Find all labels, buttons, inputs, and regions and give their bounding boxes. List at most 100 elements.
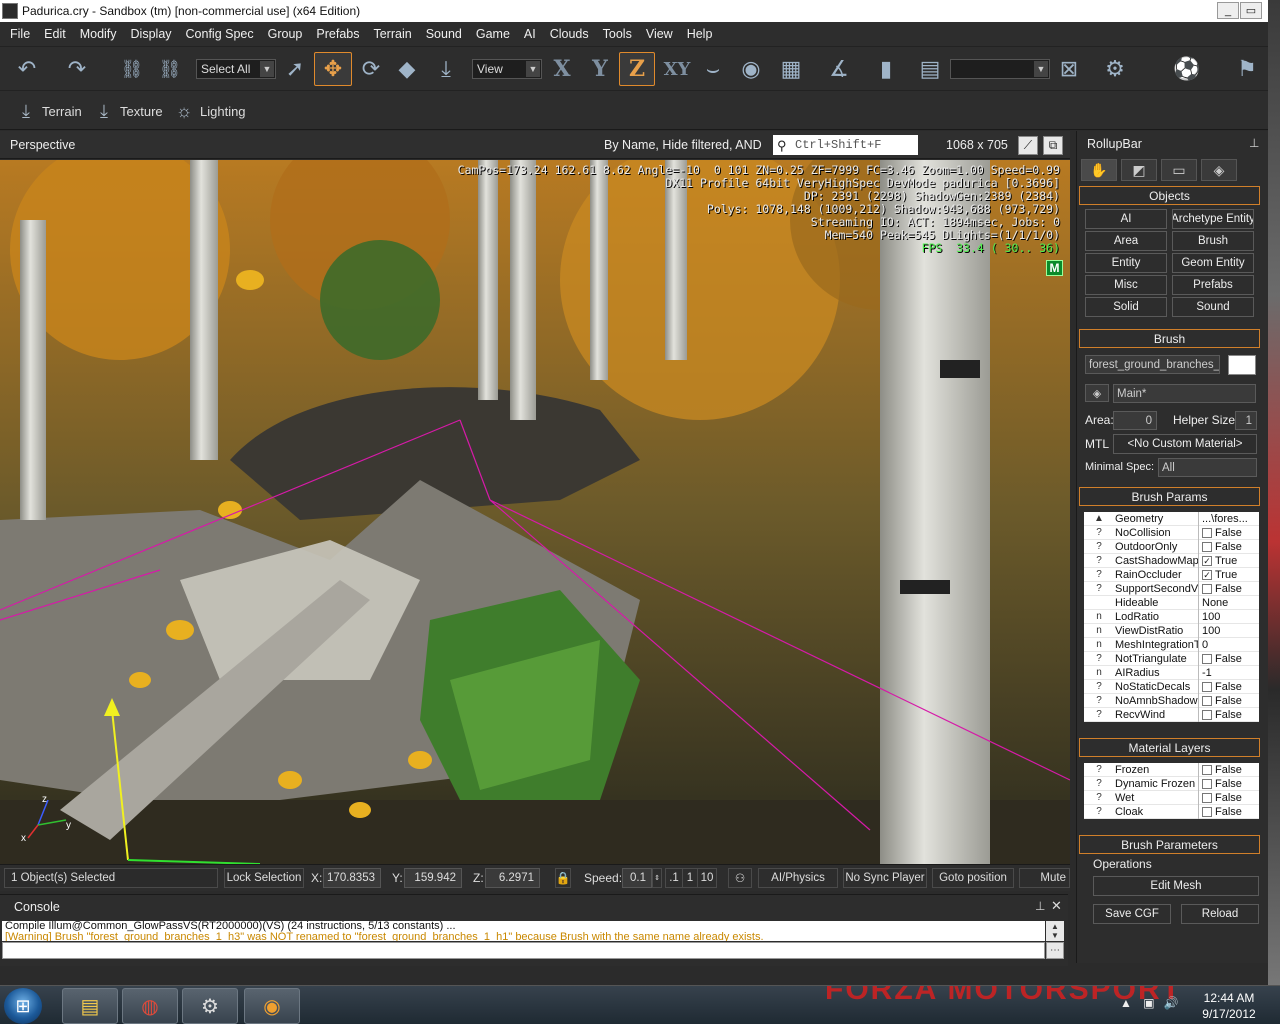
- checkbox[interactable]: [1202, 583, 1212, 594]
- ruler-tool-icon[interactable]: ⟋: [1018, 136, 1038, 155]
- axis-xy-button[interactable]: XY: [660, 55, 694, 83]
- material-layer-value-cell[interactable]: False: [1199, 791, 1259, 805]
- volume-icon[interactable]: 🔊: [1164, 996, 1179, 1010]
- checkbox[interactable]: [1202, 541, 1212, 552]
- minimize-button[interactable]: _: [1217, 2, 1239, 19]
- menu-clouds[interactable]: Clouds: [550, 27, 589, 41]
- brush-param-row[interactable]: ? OutdoorOnly False: [1084, 539, 1259, 554]
- brush-section-header[interactable]: Brush: [1079, 329, 1260, 348]
- snap-terrain-icon[interactable]: ⌣: [698, 55, 728, 83]
- brush-param-value-cell[interactable]: -1: [1199, 666, 1259, 680]
- menu-edit[interactable]: Edit: [44, 27, 66, 41]
- brush-param-row[interactable]: n MeshIntegrationType0: [1084, 637, 1259, 652]
- brush-param-value-cell[interactable]: ✓ True: [1199, 554, 1259, 568]
- redo-icon[interactable]: ↷: [62, 55, 92, 83]
- object-type-area[interactable]: Area: [1085, 231, 1167, 251]
- brush-params-header[interactable]: Brush Params: [1079, 487, 1260, 506]
- save-cgf-button[interactable]: Save CGF: [1093, 904, 1171, 924]
- tab-display[interactable]: ▭: [1161, 159, 1197, 181]
- brush-name-field[interactable]: forest_ground_branches_1: [1085, 355, 1220, 374]
- lock-selection-button[interactable]: Lock Selection: [224, 868, 304, 888]
- ai-physics-button[interactable]: AI/Physics: [758, 868, 838, 888]
- viewport-search-input[interactable]: ⚲ Ctrl+Shift+F: [773, 135, 918, 155]
- console-close-button[interactable]: ✕: [1051, 898, 1062, 914]
- menu-game[interactable]: Game: [476, 27, 510, 41]
- area-field[interactable]: 0: [1113, 411, 1157, 430]
- checkbox[interactable]: [1202, 653, 1212, 664]
- menu-prefabs[interactable]: Prefabs: [316, 27, 359, 41]
- brush-param-row[interactable]: ? NoAmnbShadowCaster False: [1084, 693, 1259, 708]
- game-mode-icon[interactable]: ⚇: [728, 868, 752, 888]
- layer-select[interactable]: ▼: [950, 59, 1050, 79]
- checkbox[interactable]: [1202, 527, 1212, 538]
- menu-group[interactable]: Group: [268, 27, 303, 41]
- reload-button[interactable]: Reload: [1181, 904, 1259, 924]
- no-sync-player-button[interactable]: No Sync Player: [843, 868, 927, 888]
- brush-param-value-cell[interactable]: 0: [1199, 638, 1259, 652]
- brush-param-value-cell[interactable]: ✓ True: [1199, 568, 1259, 582]
- ai-icon[interactable]: ⚑: [1232, 55, 1262, 83]
- axis-x-button[interactable]: X: [548, 55, 576, 83]
- brush-param-value-cell[interactable]: False: [1199, 582, 1259, 596]
- menu-sound[interactable]: Sound: [426, 27, 462, 41]
- object-type-prefabs[interactable]: Prefabs: [1172, 275, 1254, 295]
- object-type-brush[interactable]: Brush: [1172, 231, 1254, 251]
- menu-view[interactable]: View: [646, 27, 673, 41]
- material-layer-value-cell[interactable]: False: [1199, 777, 1259, 791]
- brush-color-swatch[interactable]: [1228, 355, 1256, 375]
- brush-param-row[interactable]: n AIRadius -1: [1084, 665, 1259, 680]
- delete-icon[interactable]: ⊠: [1054, 55, 1084, 83]
- menu-terrain[interactable]: Terrain: [373, 27, 411, 41]
- undo-icon[interactable]: ↶: [12, 55, 42, 83]
- texture-tool-button[interactable]: ⤓ Texture: [92, 97, 163, 125]
- object-type-geom-entity[interactable]: Geom Entity: [1172, 253, 1254, 273]
- menu-tools[interactable]: Tools: [603, 27, 632, 41]
- material-layer-value-cell[interactable]: False: [1199, 805, 1259, 819]
- speed-preset-10[interactable]: 10: [697, 868, 717, 888]
- brush-param-row[interactable]: ? NoStaticDecals False: [1084, 679, 1259, 694]
- network-icon[interactable]: ▣: [1143, 996, 1154, 1010]
- layers-icon[interactable]: ▤: [914, 55, 946, 83]
- checkbox[interactable]: [1202, 792, 1212, 803]
- speed-field[interactable]: 0.1: [622, 868, 652, 888]
- speed-preset-01[interactable]: .1: [665, 868, 683, 888]
- brush-param-value-cell[interactable]: ...\fores...: [1199, 512, 1259, 526]
- helper-size-field[interactable]: 1: [1235, 411, 1257, 430]
- tab-terrain[interactable]: ◩: [1121, 159, 1157, 181]
- mute-button[interactable]: Mute: [1019, 868, 1070, 888]
- axis-y-button[interactable]: Y: [586, 55, 614, 83]
- material-layer-row[interactable]: ? Wet False: [1084, 790, 1259, 805]
- tab-objects[interactable]: ✋: [1081, 159, 1117, 181]
- brush-param-value-cell[interactable]: False: [1199, 540, 1259, 554]
- brush-param-row[interactable]: n LodRatio 100: [1084, 609, 1259, 624]
- grid-icon[interactable]: ▦: [774, 55, 808, 83]
- material-layer-row[interactable]: ? Frozen False: [1084, 762, 1259, 777]
- menu-modify[interactable]: Modify: [80, 27, 117, 41]
- console-input[interactable]: [2, 942, 1045, 959]
- lighting-tool-button[interactable]: ☼ Lighting: [172, 97, 246, 125]
- checkbox[interactable]: [1202, 681, 1212, 692]
- taskbar-clock[interactable]: 12:44 AM 9/17/2012: [1196, 990, 1262, 1022]
- perspective-viewport[interactable]: z y x CamPos=173.24 162.61 8.62 Angle=-1…: [0, 160, 1070, 864]
- link-icon[interactable]: ⛓: [116, 55, 148, 83]
- move-icon[interactable]: ✥: [314, 52, 352, 86]
- layer-icon[interactable]: ◈: [1085, 384, 1109, 402]
- layer-field[interactable]: Main*: [1113, 384, 1256, 403]
- z-coordinate-field[interactable]: 6.2971: [485, 868, 540, 888]
- menu-file[interactable]: File: [10, 27, 30, 41]
- object-type-archetype-entity[interactable]: Archetype Entity: [1172, 209, 1254, 229]
- speed-stepper[interactable]: ⇕: [652, 868, 662, 888]
- brush-param-row[interactable]: n ViewDistRatio 100: [1084, 623, 1259, 638]
- menu-help[interactable]: Help: [687, 27, 713, 41]
- chrome-icon[interactable]: ◍: [122, 988, 178, 1024]
- object-type-entity[interactable]: Entity: [1085, 253, 1167, 273]
- start-button[interactable]: ⊞: [4, 988, 42, 1024]
- lock-icon[interactable]: 🔒: [555, 868, 571, 888]
- select-arrow-icon[interactable]: ➚: [282, 55, 308, 83]
- checkbox[interactable]: ✓: [1202, 555, 1212, 566]
- axis-z-button[interactable]: Z: [619, 52, 655, 86]
- brush-param-value-cell[interactable]: 100: [1199, 610, 1259, 624]
- object-type-ai[interactable]: AI: [1085, 209, 1167, 229]
- material-layers-header[interactable]: Material Layers: [1079, 738, 1260, 757]
- rotate-icon[interactable]: ⟳: [356, 55, 386, 83]
